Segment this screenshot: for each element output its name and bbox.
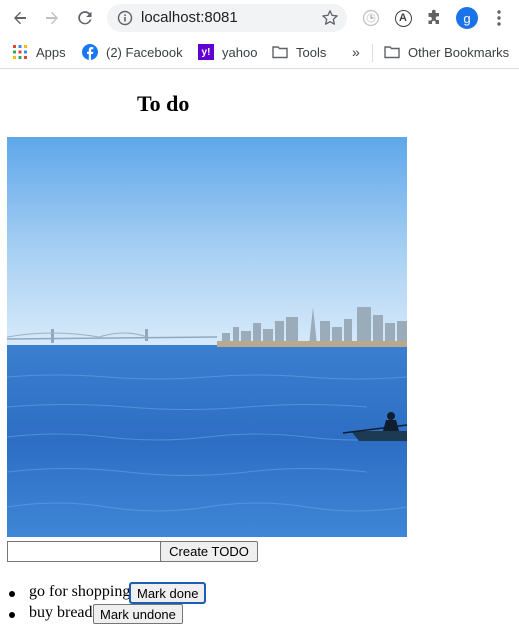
overflow-chevron-icon: »: [352, 44, 360, 60]
apps-grid-icon: [12, 44, 28, 60]
browser-toolbar: localhost:8081 A g: [0, 0, 519, 36]
url-text[interactable]: localhost:8081: [141, 9, 238, 26]
mark-done-button[interactable]: Mark done: [128, 582, 207, 604]
extension-clock-icon[interactable]: [361, 8, 381, 28]
list-item: go for shopping Mark done: [0, 582, 260, 604]
bookmark-label: yahoo: [222, 44, 258, 60]
arrow-right-icon: [46, 11, 58, 25]
bookmarks-divider: [372, 44, 373, 62]
todo-text: buy bread: [29, 604, 93, 621]
reload-icon: [78, 11, 92, 25]
arrow-left-icon: [14, 11, 26, 25]
avatar-letter: g: [463, 10, 471, 26]
bullet-icon: [9, 612, 15, 618]
create-todo-button[interactable]: Create TODO: [160, 541, 258, 562]
list-item: buy bread Mark undone: [0, 604, 260, 624]
other-bookmarks-folder[interactable]: Other Bookmarks: [384, 43, 509, 61]
extension-a-button[interactable]: A: [393, 8, 413, 28]
todo-input[interactable]: [7, 541, 162, 562]
back-button[interactable]: [8, 6, 32, 30]
browser-menu-button[interactable]: [489, 8, 509, 28]
info-icon[interactable]: [117, 10, 133, 26]
a-circle-icon: A: [394, 9, 412, 27]
page-content: To do Create TODO go for shopping Mark d…: [0, 69, 519, 632]
bay-skyline-photo: [7, 137, 407, 537]
bookmarks-overflow-button[interactable]: »: [352, 43, 360, 61]
bookmark-label: Tools: [296, 44, 327, 60]
mark-undone-button[interactable]: Mark undone: [93, 604, 183, 624]
clock-extension-icon: [362, 9, 380, 27]
extensions-button[interactable]: [424, 8, 444, 28]
kebab-menu-icon: [497, 10, 501, 26]
todo-text: go for shopping: [29, 583, 131, 600]
forward-button[interactable]: [40, 6, 64, 30]
folder-icon: [272, 44, 288, 60]
bookmark-label: Other Bookmarks: [408, 44, 510, 60]
facebook-icon: [82, 44, 98, 60]
reload-button[interactable]: [73, 6, 97, 30]
bullet-icon: [9, 591, 15, 597]
page-title: To do: [137, 91, 190, 116]
bookmark-tools-folder[interactable]: Tools: [272, 43, 326, 61]
folder-icon: [384, 44, 400, 60]
bookmark-yahoo[interactable]: y! yahoo: [198, 43, 257, 61]
puzzle-icon: [428, 9, 439, 24]
profile-avatar[interactable]: g: [456, 7, 478, 29]
bookmark-facebook[interactable]: (2) Facebook: [82, 43, 183, 61]
address-bar[interactable]: localhost:8081: [107, 4, 347, 32]
bookmark-label: (2) Facebook: [106, 44, 183, 60]
extension-a-letter: A: [399, 12, 407, 24]
bookmark-label: Apps: [36, 44, 66, 60]
bookmark-star-icon[interactable]: [321, 9, 339, 27]
bookmarks-bar: Apps (2) Facebook y! yahoo Tools » Other…: [0, 36, 519, 69]
bookmark-apps[interactable]: Apps: [12, 43, 66, 61]
yahoo-icon: y!: [198, 44, 214, 60]
